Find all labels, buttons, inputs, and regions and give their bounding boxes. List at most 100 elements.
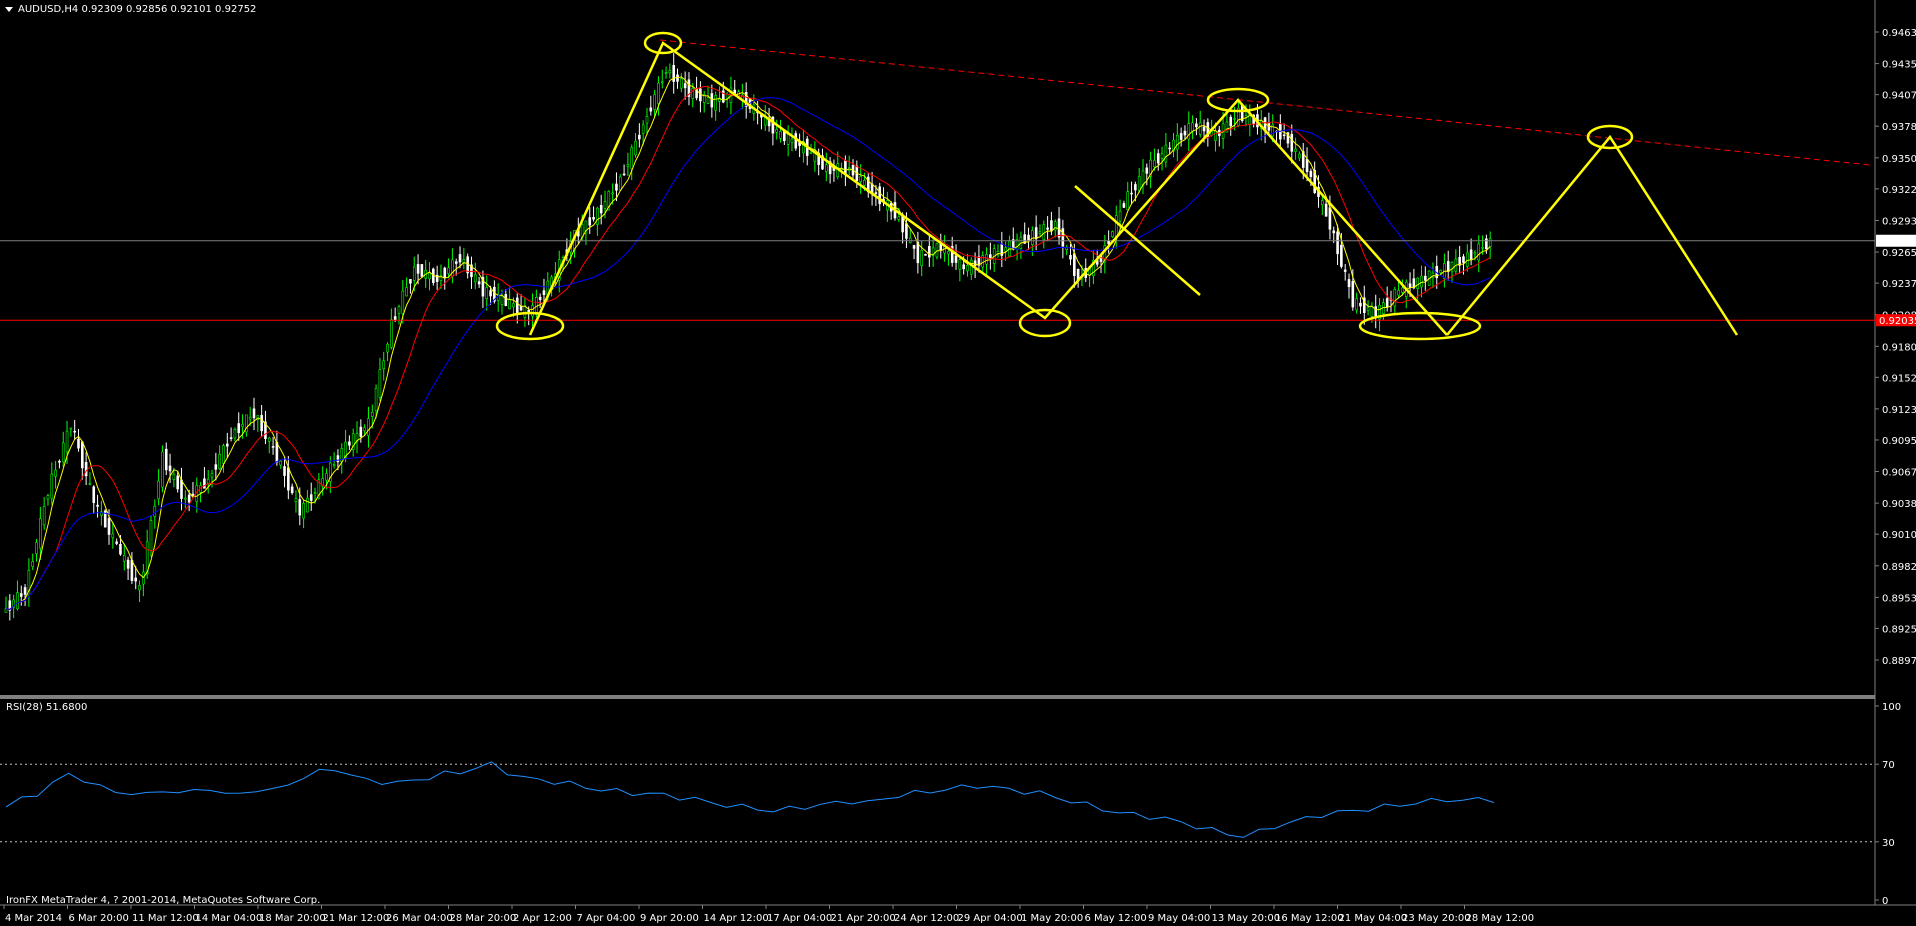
- candle-body: [222, 445, 225, 464]
- candle-body: [39, 518, 42, 549]
- candle-body: [599, 204, 603, 214]
- x-tick-label: 6 Mar 20:00: [69, 913, 129, 924]
- candle-body: [485, 287, 489, 300]
- candle-body: [1195, 123, 1198, 128]
- y-tick-label: 0.91520: [1882, 373, 1916, 384]
- candle-body: [180, 479, 183, 499]
- candle-body: [1057, 218, 1061, 238]
- candle-body: [225, 443, 229, 447]
- candle-body: [363, 427, 366, 432]
- candle-body: [35, 542, 38, 555]
- candle-body: [634, 141, 637, 156]
- candle-body: [233, 428, 237, 439]
- candle-body: [596, 207, 599, 225]
- candle-body: [1183, 130, 1187, 136]
- mid-ma-line: [5, 85, 1491, 610]
- candle-body: [1477, 243, 1481, 261]
- candle-body: [680, 78, 683, 89]
- y-tick-label: 0.90955: [1882, 436, 1916, 447]
- candle-body: [622, 173, 626, 176]
- candle-body: [1233, 118, 1236, 120]
- candle-body: [172, 473, 176, 480]
- candle-body: [905, 223, 908, 239]
- candle-body: [1359, 302, 1362, 307]
- candle-body: [645, 116, 649, 124]
- candle-body: [603, 201, 607, 209]
- candle-body: [1164, 144, 1168, 163]
- candle-body: [122, 554, 126, 562]
- candle-body: [107, 518, 111, 535]
- candle-body: [218, 454, 221, 469]
- candle-body: [1179, 133, 1183, 140]
- candle-body: [161, 451, 164, 488]
- x-tick-label: 23 May 20:00: [1402, 913, 1471, 924]
- candle-body: [267, 437, 271, 442]
- candle-body: [859, 176, 862, 182]
- x-tick-label: 1 May 20:00: [1021, 913, 1083, 924]
- candle-body: [214, 464, 218, 470]
- candle-body: [1061, 228, 1065, 247]
- candle-body: [989, 254, 992, 259]
- candle-body: [287, 467, 290, 491]
- candle-body: [664, 72, 668, 74]
- candle-body: [443, 267, 447, 278]
- price-chart[interactable]: 0.94635 0.94350 0.94070 0.93785 0.93500 0.932…: [0, 0, 1916, 926]
- candle-body: [134, 577, 138, 582]
- y-tick-label: 0.89820: [1882, 562, 1916, 573]
- candle-body: [1160, 153, 1164, 159]
- candle-body: [279, 460, 283, 466]
- candle-body: [874, 192, 878, 195]
- candle-body: [683, 83, 687, 89]
- pattern-ellipse: [1358, 311, 1482, 341]
- candle-body: [1424, 275, 1427, 281]
- y-tick-label: 0.91800: [1882, 342, 1916, 353]
- rsi-y-tick-label: 100: [1882, 702, 1901, 713]
- x-tick-label: 24 Apr 12:00: [894, 913, 959, 924]
- candle-body: [164, 448, 168, 471]
- candle-body: [1229, 116, 1233, 127]
- candle-body: [920, 250, 923, 266]
- x-tick-label: 29 Apr 04:00: [958, 913, 1023, 924]
- candle-body: [615, 183, 618, 191]
- candle-body: [416, 264, 420, 274]
- candle-body: [1130, 192, 1133, 195]
- x-tick-label: 28 May 12:00: [1466, 913, 1535, 924]
- candle-body: [1336, 231, 1339, 255]
- candle-body: [378, 369, 382, 398]
- candle-body: [649, 107, 653, 112]
- candle-body: [248, 416, 252, 420]
- candle-body: [809, 151, 813, 154]
- candle-body: [969, 259, 973, 275]
- candle-body: [1050, 220, 1053, 232]
- candle-body: [878, 186, 882, 205]
- y-tick-label: 0.92935: [1882, 216, 1916, 227]
- rsi-line: [5, 761, 1495, 838]
- y-tick-label: 0.88970: [1882, 656, 1916, 667]
- candle-body: [325, 472, 328, 481]
- candle-body: [1282, 134, 1286, 137]
- candle-body: [1141, 170, 1145, 186]
- candle-body: [1153, 160, 1156, 168]
- candle-body: [1439, 269, 1442, 274]
- y-tick-label: 0.94635: [1882, 28, 1916, 39]
- candle-body: [630, 147, 634, 169]
- candle-body: [241, 424, 244, 427]
- candle-body: [924, 254, 927, 256]
- candle-body: [16, 592, 19, 609]
- x-tick-label: 9 Apr 20:00: [640, 913, 699, 924]
- x-tick-label: 21 Mar 12:00: [323, 913, 390, 924]
- candle-body: [153, 505, 157, 517]
- candle-body: [409, 279, 412, 284]
- candle-body: [184, 497, 187, 500]
- candle-body: [348, 441, 351, 446]
- candle-body: [1202, 126, 1206, 132]
- candle-body: [1069, 255, 1072, 260]
- candle-body: [46, 495, 50, 500]
- candle-body: [611, 192, 614, 195]
- candle-body: [897, 216, 901, 220]
- candle-body: [1027, 234, 1030, 241]
- y-tick-label: 0.90105: [1882, 530, 1916, 541]
- candle-body: [168, 465, 172, 472]
- candle-body: [1046, 227, 1049, 230]
- candle-body: [825, 164, 828, 172]
